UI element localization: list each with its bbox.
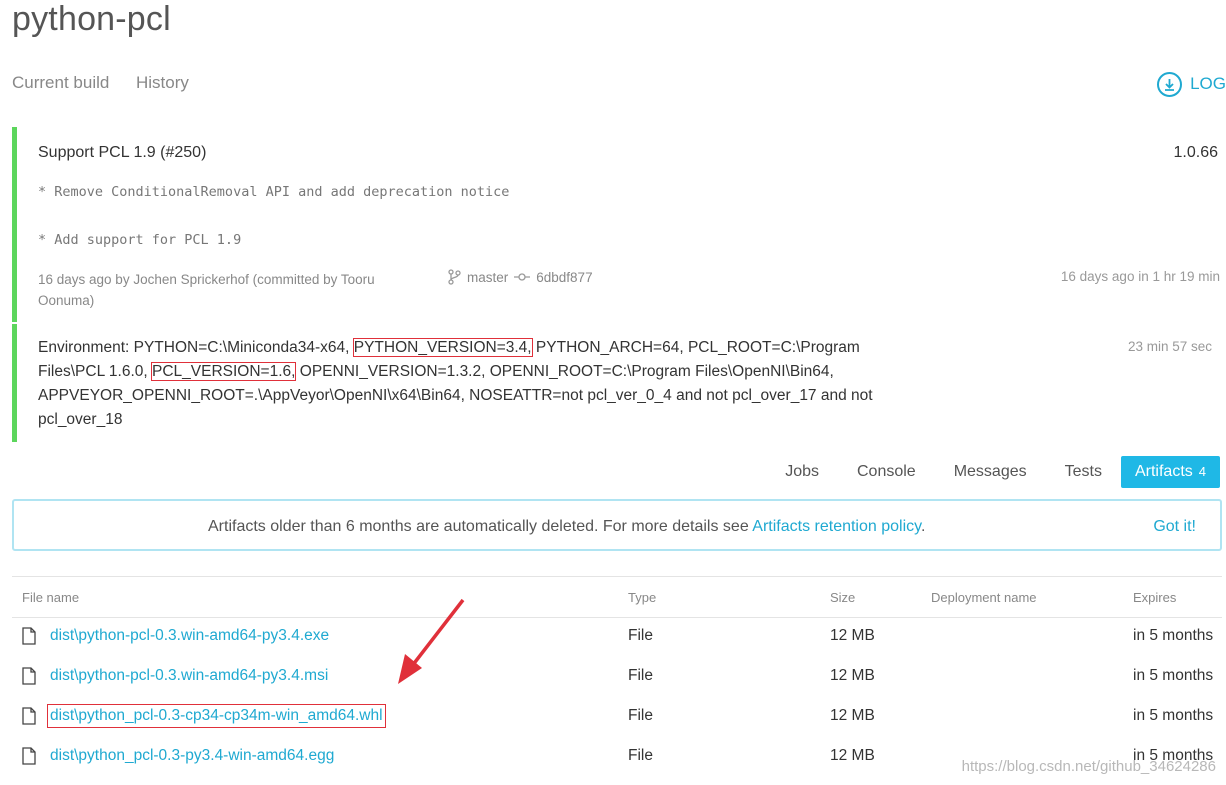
table-row: dist\python-pcl-0.3.win-amd64-py3.4.exe … bbox=[0, 617, 1226, 657]
log-button[interactable]: LOG bbox=[1157, 70, 1226, 98]
build-version: 1.0.66 bbox=[1173, 144, 1218, 161]
artifact-size: 12 MB bbox=[830, 747, 875, 764]
job-tabs: Jobs Console Messages Tests Artifacts 4 bbox=[766, 456, 1220, 488]
column-header-type: Type bbox=[628, 590, 657, 605]
artifact-expires: in 5 months bbox=[1133, 707, 1214, 724]
build-duration: 16 days ago in 1 hr 19 min bbox=[1060, 269, 1220, 284]
branch-info: master 6dbdf877 bbox=[447, 269, 593, 285]
column-header-expires: Expires bbox=[1133, 590, 1177, 605]
env-part: Environment: PYTHON=C:\Miniconda34-x64, bbox=[38, 339, 354, 356]
branch-name[interactable]: master bbox=[467, 270, 508, 285]
got-it-button[interactable]: Got it! bbox=[1153, 518, 1196, 536]
artifact-type: File bbox=[628, 707, 653, 724]
artifact-link[interactable]: dist\python_pcl-0.3-py3.4-win-amd64.egg bbox=[50, 747, 334, 765]
tab-console[interactable]: Console bbox=[838, 456, 935, 488]
log-label: LOG bbox=[1190, 74, 1226, 93]
artifact-size: 12 MB bbox=[830, 667, 875, 684]
column-header-file-name: File name bbox=[22, 590, 80, 605]
artifact-size: 12 MB bbox=[830, 627, 875, 644]
artifact-type: File bbox=[628, 667, 653, 684]
artifact-link-highlighted[interactable]: dist\python_pcl-0.3-cp34-cp34m-win_amd64… bbox=[47, 704, 386, 728]
job-environment: Environment: PYTHON=C:\Miniconda34-x64, … bbox=[12, 324, 1220, 442]
tab-current-build[interactable]: Current build bbox=[12, 73, 109, 93]
artifact-link[interactable]: dist\python-pcl-0.3.win-amd64-py3.4.exe bbox=[50, 627, 329, 645]
table-row: dist\python-pcl-0.3.win-amd64-py3.4.msi … bbox=[0, 657, 1226, 697]
project-title: python-pcl bbox=[12, 0, 171, 38]
table-top-border bbox=[12, 576, 1222, 577]
commit-icon bbox=[514, 273, 531, 281]
tab-artifacts-label: Artifacts bbox=[1134, 463, 1193, 480]
notice-message: Artifacts older than 6 months are automa… bbox=[208, 518, 753, 535]
branch-icon bbox=[448, 269, 461, 285]
tab-messages[interactable]: Messages bbox=[935, 456, 1046, 488]
file-icon bbox=[22, 667, 36, 685]
commit-hash[interactable]: 6dbdf877 bbox=[536, 270, 592, 285]
commit-author: 16 days ago by Jochen Sprickerhof (commi… bbox=[38, 272, 375, 308]
build-summary: Support PCL 1.9 (#250) 1.0.66 * Remove C… bbox=[12, 127, 1220, 322]
file-icon bbox=[22, 627, 36, 645]
python-version-highlight: PYTHON_VERSION=3.4, bbox=[352, 338, 533, 357]
job-elapsed-time: 23 min 57 sec bbox=[1127, 339, 1212, 354]
tab-tests[interactable]: Tests bbox=[1046, 456, 1121, 488]
tab-artifacts[interactable]: Artifacts 4 bbox=[1120, 456, 1220, 488]
artifact-expires: in 5 months bbox=[1133, 667, 1214, 684]
file-icon bbox=[22, 707, 36, 725]
artifact-link[interactable]: dist\python-pcl-0.3.win-amd64-py3.4.msi bbox=[50, 667, 328, 685]
environment-text: Environment: PYTHON=C:\Miniconda34-x64, … bbox=[38, 336, 918, 432]
commit-title[interactable]: Support PCL 1.9 (#250) bbox=[38, 144, 206, 162]
download-icon bbox=[1157, 71, 1183, 97]
artifact-expires: in 5 months bbox=[1133, 627, 1214, 644]
notice-text: Artifacts older than 6 months are automa… bbox=[208, 518, 925, 536]
tab-jobs[interactable]: Jobs bbox=[766, 456, 838, 488]
artifacts-notice: Artifacts older than 6 months are automa… bbox=[12, 499, 1222, 551]
commit-message-line: * Add support for PCL 1.9 bbox=[38, 232, 242, 248]
artifacts-count-badge: 4 bbox=[1198, 464, 1206, 479]
column-header-size: Size bbox=[830, 590, 856, 605]
pcl-version-highlight: PCL_VERSION=1.6, bbox=[151, 362, 297, 381]
tab-history[interactable]: History bbox=[136, 73, 189, 93]
file-icon bbox=[22, 747, 36, 765]
artifact-type: File bbox=[628, 747, 653, 764]
table-row: dist\python_pcl-0.3-cp34-cp34m-win_amd64… bbox=[0, 697, 1226, 737]
artifact-size: 12 MB bbox=[830, 707, 875, 724]
artifact-type: File bbox=[628, 627, 653, 644]
watermark: https://blog.csdn.net/github_34624286 bbox=[961, 758, 1216, 775]
column-header-deployment: Deployment name bbox=[931, 590, 1037, 605]
retention-policy-link[interactable]: Artifacts retention policy bbox=[752, 518, 921, 535]
annotation-arrow-icon bbox=[398, 598, 465, 684]
commit-message-line: * Remove ConditionalRemoval API and add … bbox=[38, 184, 510, 200]
notice-end: . bbox=[920, 518, 926, 535]
